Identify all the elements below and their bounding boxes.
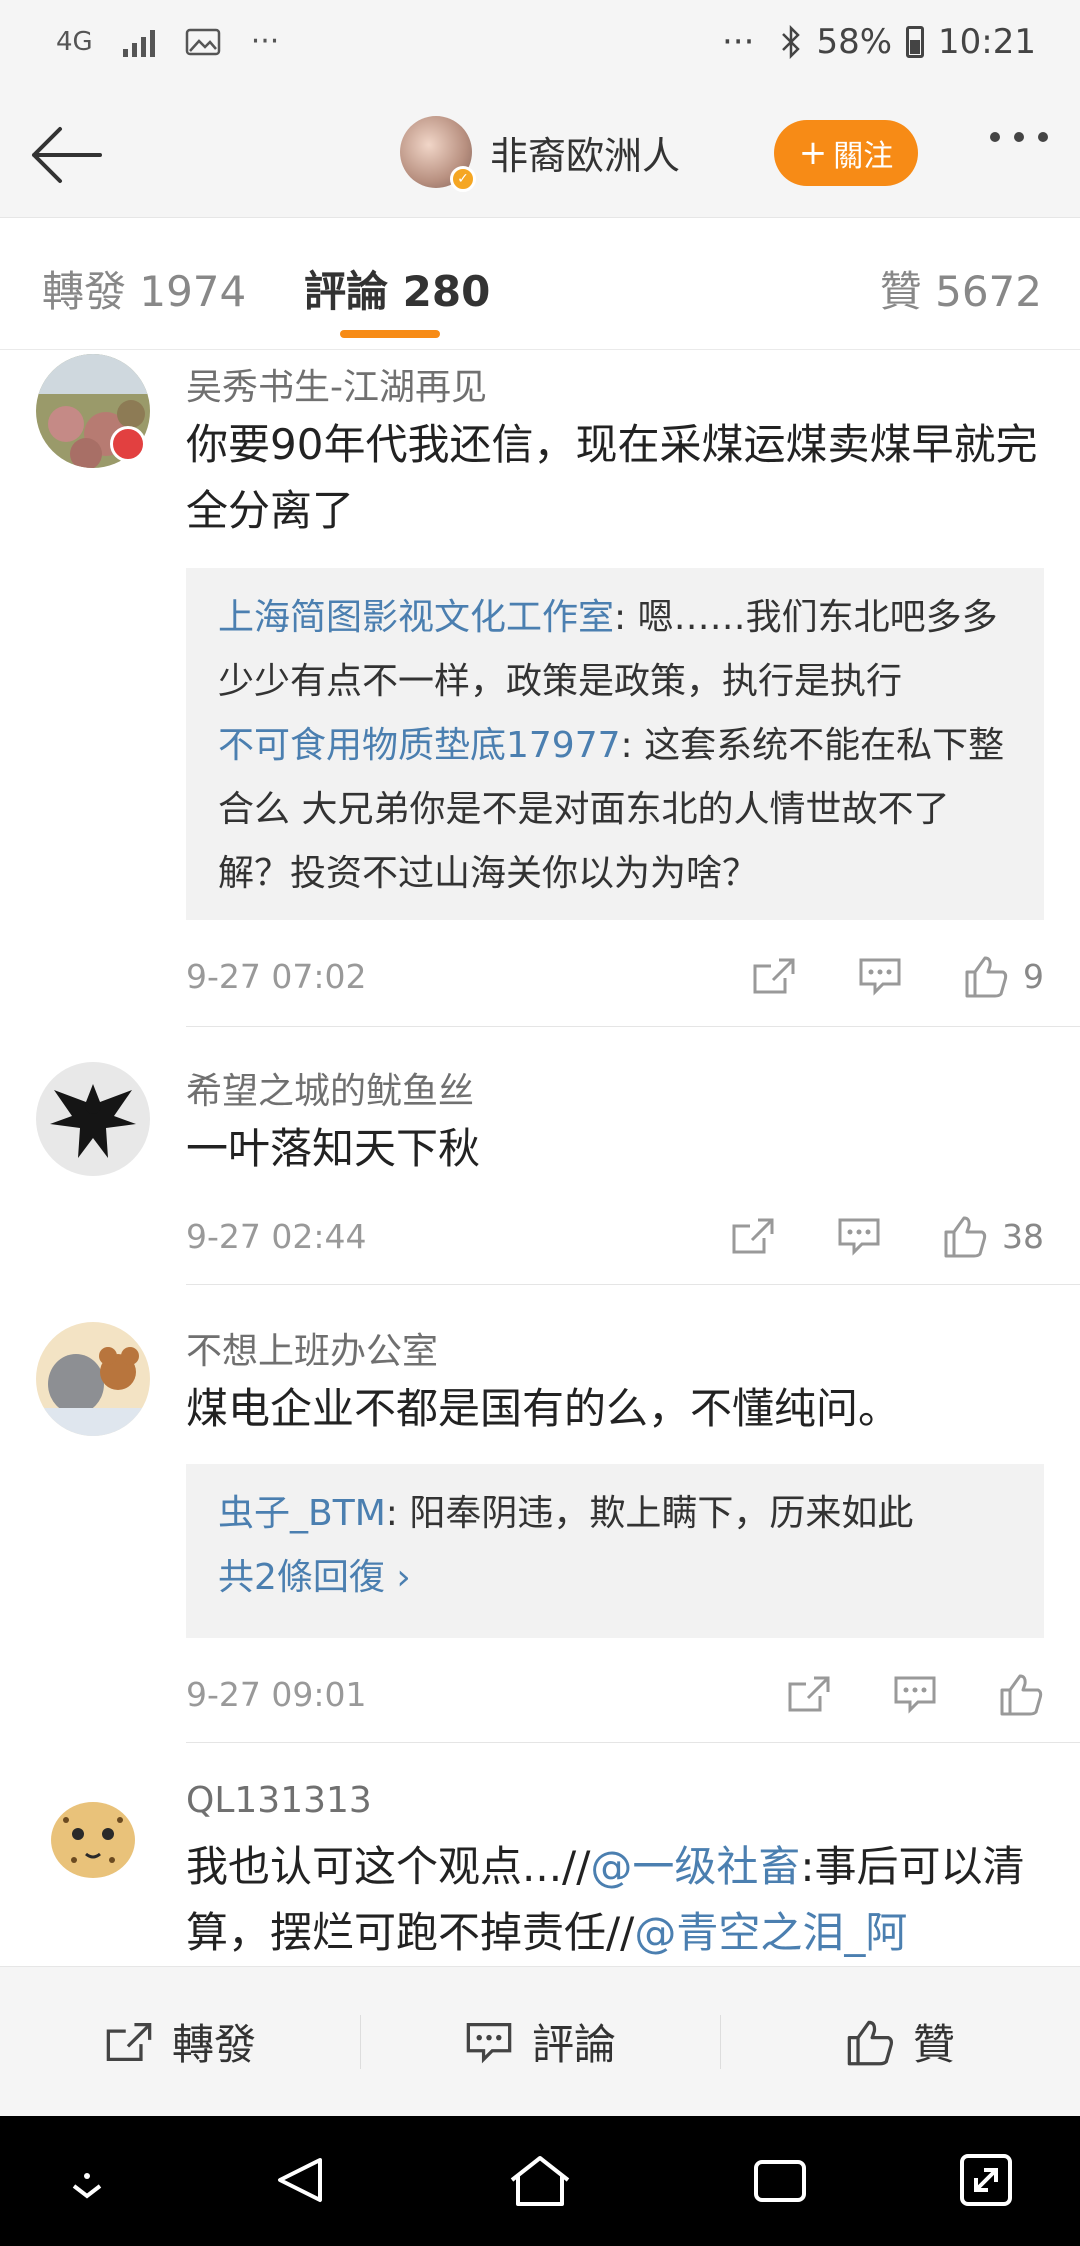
comment-text: 你要90年代我还信，现在采煤运煤卖煤早就完全分离了 <box>186 420 1038 535</box>
avatar[interactable] <box>36 1062 150 1176</box>
battery-percent: 58% <box>816 22 893 62</box>
reply-icon[interactable] <box>836 1216 882 1256</box>
active-tab-indicator <box>340 330 440 338</box>
mention-link[interactable]: @一级社畜 <box>590 1842 800 1891</box>
system-nav-bar <box>0 2116 1080 2246</box>
comment-footer: 9-27 07:02 9 <box>186 946 1044 1006</box>
divider <box>186 1026 1080 1027</box>
expand-icon[interactable] <box>956 2150 1016 2210</box>
comment-icon <box>466 2022 512 2063</box>
mention-link[interactable]: @青空之泪_阿 <box>634 1908 907 1957</box>
comment-button[interactable]: 評論 <box>360 1967 720 2116</box>
notification-more: ··· <box>250 24 280 59</box>
like-label: 贊 <box>912 2020 955 2069</box>
repost-button[interactable]: 轉發 <box>0 1967 360 2116</box>
repost-label: 轉發 <box>171 2020 256 2069</box>
reply-author[interactable]: 上海简图影视文化工作室 <box>218 597 614 638</box>
network-indicator: 4G <box>56 26 93 57</box>
signal-icon <box>122 27 155 57</box>
reply-author[interactable]: 不可食用物质垫底17977 <box>218 725 621 766</box>
comment-text-segment: 我也认可这个观点...// <box>186 1842 591 1891</box>
back-arrow-icon <box>32 127 102 183</box>
bluetooth-icon <box>782 25 801 59</box>
avatar[interactable] <box>36 1780 150 1894</box>
status-bar: 4G ··· ··· 58% 10:21 <box>0 0 1080 92</box>
top-header: ✓ 非裔欧洲人 + 關注 <box>0 92 1080 218</box>
comment-text: 煤电企业不都是国有的么，不懂纯问。 <box>186 1384 901 1433</box>
comment-footer: 9-27 02:44 38 <box>186 1206 1044 1266</box>
more-options-icon[interactable] <box>990 132 1048 142</box>
comment-username[interactable]: QL131313 <box>186 1780 372 1821</box>
comment-footer: 9-27 09:01 <box>186 1664 1044 1724</box>
plus-icon: + <box>798 133 828 173</box>
comment-username[interactable]: 希望之城的鱿鱼丝 <box>186 1062 474 1114</box>
like-button[interactable]: 9 <box>963 954 1044 998</box>
like-count: 9 <box>1023 956 1044 996</box>
clock: 10:21 <box>938 22 1036 62</box>
tab-bar: 轉發 1974 評論 280 贊 5672 <box>0 218 1080 350</box>
thumbs-up-icon <box>965 956 1008 998</box>
comment-time: 9-27 02:44 <box>186 1216 367 1256</box>
like-button[interactable]: 贊 <box>720 1967 1080 2116</box>
verified-badge-icon: ✓ <box>450 166 476 192</box>
thumbs-up-icon <box>944 1216 987 1258</box>
comment-text: 我也认可这个观点...//@一级社畜:事后可以清算，摆烂可跑不掉责任//@青空之… <box>186 1834 1046 1958</box>
comment-time: 9-27 09:01 <box>186 1674 367 1714</box>
share-icon <box>106 2022 152 2061</box>
share-icon[interactable] <box>751 956 797 996</box>
back-button[interactable] <box>28 120 108 190</box>
back-triangle-icon[interactable] <box>272 2150 328 2210</box>
tab-likes[interactable]: 贊 5672 <box>880 258 1042 319</box>
thumbs-up-icon <box>847 2020 893 2065</box>
reply-item: 不可食用物质垫底17977: 这套系统不能在私下整合么 大兄弟你是不是对面东北的… <box>218 714 1012 906</box>
like-count: 38 <box>1002 1216 1044 1256</box>
comment-text: 一叶落知天下秋 <box>186 1124 481 1173</box>
follow-label: 關注 <box>833 139 894 174</box>
like-button[interactable] <box>998 1672 1044 1716</box>
comment-username[interactable]: 吴秀书生-江湖再见 <box>186 358 487 410</box>
author-avatar[interactable]: ✓ <box>400 116 476 192</box>
reply-icon[interactable] <box>892 1674 938 1714</box>
share-icon[interactable] <box>730 1216 776 1256</box>
member-badge-icon <box>110 426 146 462</box>
comment-username[interactable]: 不想上班办公室 <box>186 1322 438 1374</box>
reply-icon[interactable] <box>857 956 903 996</box>
like-button[interactable]: 38 <box>942 1214 1044 1258</box>
reply-text: : 阳奉阴违，欺上瞒下，历来如此 <box>385 1493 914 1534</box>
view-all-replies-link[interactable]: 共2條回復 › <box>218 1546 1012 1610</box>
share-icon[interactable] <box>786 1674 832 1714</box>
reply-box[interactable]: 上海简图影视文化工作室: 嗯……我们东北吧多多少少有点不一样，政策是政策，执行是… <box>186 568 1044 920</box>
home-icon[interactable] <box>508 2150 572 2210</box>
avatar[interactable] <box>36 1322 150 1436</box>
status-more: ··· <box>722 22 755 62</box>
author-profile[interactable]: ✓ 非裔欧洲人 <box>400 116 680 192</box>
chevron-down-icon[interactable] <box>62 2150 112 2210</box>
tab-comments[interactable]: 評論 280 <box>304 258 490 319</box>
author-name[interactable]: 非裔欧洲人 <box>490 125 680 180</box>
comment-label: 評論 <box>531 2020 616 2069</box>
follow-button[interactable]: + 關注 <box>774 120 918 186</box>
divider <box>186 1742 1080 1743</box>
gallery-icon <box>185 28 220 55</box>
recent-apps-icon[interactable] <box>750 2150 810 2210</box>
tab-repost[interactable]: 轉發 1974 <box>42 258 246 319</box>
bottom-action-bar: 轉發 評論 贊 <box>0 1966 1080 2116</box>
reply-item: 虫子_BTM: 阳奉阴违，欺上瞒下，历来如此 <box>218 1482 1012 1546</box>
reply-author[interactable]: 虫子_BTM <box>218 1493 386 1534</box>
comment-time: 9-27 07:02 <box>186 956 367 996</box>
divider <box>186 1284 1080 1285</box>
reply-item: 上海简图影视文化工作室: 嗯……我们东北吧多多少少有点不一样，政策是政策，执行是… <box>218 586 1012 714</box>
thumbs-up-icon <box>1000 1674 1043 1716</box>
battery-icon <box>906 26 925 58</box>
reply-box[interactable]: 虫子_BTM: 阳奉阴违，欺上瞒下，历来如此 共2條回復 › <box>186 1464 1044 1638</box>
